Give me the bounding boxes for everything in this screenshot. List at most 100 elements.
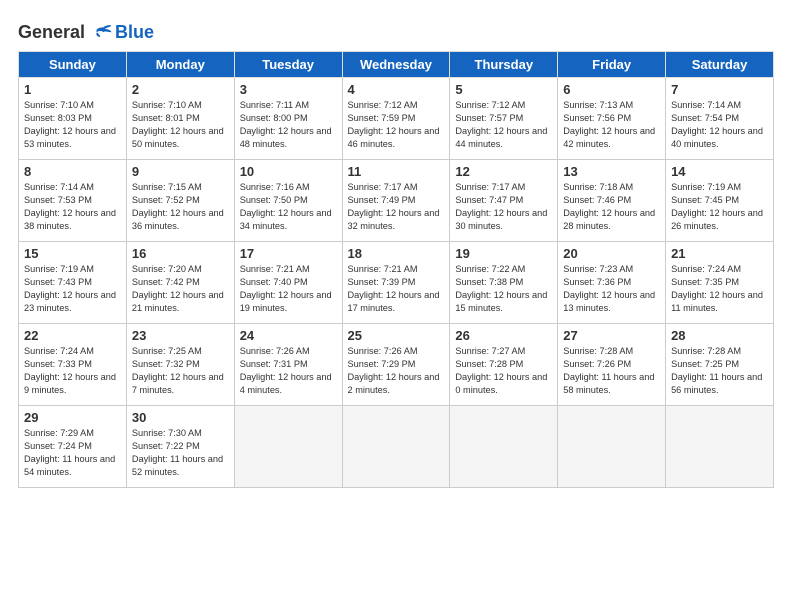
calendar-cell: 10Sunrise: 7:16 AM Sunset: 7:50 PM Dayli… (234, 160, 342, 242)
header-monday: Monday (126, 52, 234, 78)
page: General Blue Sunday Monday Tuesday Wedne… (0, 0, 792, 612)
day-number: 1 (24, 82, 121, 97)
calendar-cell: 15 Sunrise: 7:19 AM Sunset: 7:43 PM Dayli… (19, 242, 127, 324)
day-info: Sunrise: 7:26 AM Sunset: 7:29 PM Dayligh… (348, 345, 445, 397)
day-number: 16 (132, 246, 229, 261)
day-number: 15 (24, 246, 121, 261)
calendar-cell: 13 Sunrise: 7:18 AM Sunset: 7:46 PM Dayli… (558, 160, 666, 242)
calendar-cell: 11Sunrise: 7:17 AM Sunset: 7:49 PM Dayli… (342, 160, 450, 242)
calendar-cell: 8 Sunrise: 7:14 AM Sunset: 7:53 PM Daylig… (19, 160, 127, 242)
day-info: Sunrise: 7:17 AM Sunset: 7:47 PM Dayligh… (455, 181, 552, 233)
calendar-cell: 14 Sunrise: 7:19 AM Sunset: 7:45 PM Dayli… (666, 160, 774, 242)
day-info: Sunrise: 7:22 AM Sunset: 7:38 PM Dayligh… (455, 263, 552, 315)
day-number: 19 (455, 246, 552, 261)
calendar-cell: 7 Sunrise: 7:14 AM Sunset: 7:54 PM Daylig… (666, 78, 774, 160)
day-info: Sunrise: 7:18 AM Sunset: 7:46 PM Dayligh… (563, 181, 660, 233)
day-number: 29 (24, 410, 121, 425)
header-tuesday: Tuesday (234, 52, 342, 78)
day-number: 14 (671, 164, 768, 179)
header: General Blue (18, 18, 774, 43)
header-sunday: Sunday (19, 52, 127, 78)
calendar-table: Sunday Monday Tuesday Wednesday Thursday… (18, 51, 774, 488)
day-number: 3 (240, 82, 337, 97)
calendar-cell: 20 Sunrise: 7:23 AM Sunset: 7:36 PM Dayli… (558, 242, 666, 324)
calendar-cell: 3 Sunrise: 7:11 AM Sunset: 8:00 PM Daylig… (234, 78, 342, 160)
calendar-cell: 4 Sunrise: 7:12 AM Sunset: 7:59 PM Daylig… (342, 78, 450, 160)
day-info: Sunrise: 7:12 AM Sunset: 7:59 PM Dayligh… (348, 99, 445, 151)
day-info: Sunrise: 7:28 AM Sunset: 7:26 PM Dayligh… (563, 345, 660, 397)
day-number: 4 (348, 82, 445, 97)
day-info: Sunrise: 7:15 AM Sunset: 7:52 PM Dayligh… (132, 181, 229, 233)
day-number: 27 (563, 328, 660, 343)
day-number: 18 (348, 246, 445, 261)
day-info: Sunrise: 7:27 AM Sunset: 7:28 PM Dayligh… (455, 345, 552, 397)
day-number: 24 (240, 328, 337, 343)
header-wednesday: Wednesday (342, 52, 450, 78)
calendar-cell: 5 Sunrise: 7:12 AM Sunset: 7:57 PM Daylig… (450, 78, 558, 160)
calendar-cell: 17Sunrise: 7:21 AM Sunset: 7:40 PM Dayli… (234, 242, 342, 324)
day-info: Sunrise: 7:30 AM Sunset: 7:22 PM Dayligh… (132, 427, 229, 479)
day-info: Sunrise: 7:29 AM Sunset: 7:24 PM Dayligh… (24, 427, 121, 479)
day-info: Sunrise: 7:25 AM Sunset: 7:32 PM Dayligh… (132, 345, 229, 397)
header-saturday: Saturday (666, 52, 774, 78)
day-number: 8 (24, 164, 121, 179)
day-info: Sunrise: 7:14 AM Sunset: 7:54 PM Dayligh… (671, 99, 768, 151)
calendar-cell: 16 Sunrise: 7:20 AM Sunset: 7:42 PM Dayli… (126, 242, 234, 324)
calendar-cell: 24 Sunrise: 7:26 AM Sunset: 7:31 PM Dayli… (234, 324, 342, 406)
day-number: 17 (240, 246, 337, 261)
calendar-cell: 29 Sunrise: 7:29 AM Sunset: 7:24 PM Dayli… (19, 406, 127, 488)
calendar-cell: 25 Sunrise: 7:26 AM Sunset: 7:29 PM Dayli… (342, 324, 450, 406)
day-number: 25 (348, 328, 445, 343)
day-info: Sunrise: 7:12 AM Sunset: 7:57 PM Dayligh… (455, 99, 552, 151)
day-number: 21 (671, 246, 768, 261)
day-info: Sunrise: 7:10 AM Sunset: 8:01 PM Dayligh… (132, 99, 229, 151)
calendar-cell: 27 Sunrise: 7:28 AM Sunset: 7:26 PM Dayli… (558, 324, 666, 406)
day-number: 6 (563, 82, 660, 97)
calendar-cell: 30 Sunrise: 7:30 AM Sunset: 7:22 PM Dayli… (126, 406, 234, 488)
day-info: Sunrise: 7:11 AM Sunset: 8:00 PM Dayligh… (240, 99, 337, 151)
calendar-cell: 19 Sunrise: 7:22 AM Sunset: 7:38 PM Dayli… (450, 242, 558, 324)
day-number: 26 (455, 328, 552, 343)
logo: General Blue (18, 22, 154, 43)
calendar-cell (558, 406, 666, 488)
day-number: 20 (563, 246, 660, 261)
calendar-cell: 1 Sunrise: 7:10 AM Sunset: 8:03 PM Daylig… (19, 78, 127, 160)
calendar-week-1: 1 Sunrise: 7:10 AM Sunset: 8:03 PM Daylig… (19, 78, 774, 160)
day-info: Sunrise: 7:26 AM Sunset: 7:31 PM Dayligh… (240, 345, 337, 397)
header-friday: Friday (558, 52, 666, 78)
day-info: Sunrise: 7:13 AM Sunset: 7:56 PM Dayligh… (563, 99, 660, 151)
day-info: Sunrise: 7:21 AM Sunset: 7:39 PM Dayligh… (348, 263, 445, 315)
header-thursday: Thursday (450, 52, 558, 78)
day-info: Sunrise: 7:28 AM Sunset: 7:25 PM Dayligh… (671, 345, 768, 397)
day-info: Sunrise: 7:19 AM Sunset: 7:45 PM Dayligh… (671, 181, 768, 233)
day-number: 12 (455, 164, 552, 179)
day-number: 13 (563, 164, 660, 179)
calendar-cell (342, 406, 450, 488)
calendar-cell (666, 406, 774, 488)
day-number: 10 (240, 164, 337, 179)
calendar-cell: 6 Sunrise: 7:13 AM Sunset: 7:56 PM Daylig… (558, 78, 666, 160)
day-number: 22 (24, 328, 121, 343)
day-number: 5 (455, 82, 552, 97)
calendar-cell: 23 Sunrise: 7:25 AM Sunset: 7:32 PM Dayli… (126, 324, 234, 406)
day-info: Sunrise: 7:20 AM Sunset: 7:42 PM Dayligh… (132, 263, 229, 315)
day-info: Sunrise: 7:14 AM Sunset: 7:53 PM Dayligh… (24, 181, 121, 233)
day-info: Sunrise: 7:23 AM Sunset: 7:36 PM Dayligh… (563, 263, 660, 315)
day-number: 28 (671, 328, 768, 343)
day-number: 7 (671, 82, 768, 97)
calendar-cell: 28 Sunrise: 7:28 AM Sunset: 7:25 PM Dayli… (666, 324, 774, 406)
day-number: 23 (132, 328, 229, 343)
day-info: Sunrise: 7:10 AM Sunset: 8:03 PM Dayligh… (24, 99, 121, 151)
calendar-cell (234, 406, 342, 488)
calendar-week-3: 15 Sunrise: 7:19 AM Sunset: 7:43 PM Dayli… (19, 242, 774, 324)
calendar-cell: 22Sunrise: 7:24 AM Sunset: 7:33 PM Dayli… (19, 324, 127, 406)
calendar-cell: 26 Sunrise: 7:27 AM Sunset: 7:28 PM Dayli… (450, 324, 558, 406)
logo-blue: Blue (115, 22, 154, 43)
day-info: Sunrise: 7:19 AM Sunset: 7:43 PM Dayligh… (24, 263, 121, 315)
calendar-cell: 18 Sunrise: 7:21 AM Sunset: 7:39 PM Dayli… (342, 242, 450, 324)
calendar-week-4: 22Sunrise: 7:24 AM Sunset: 7:33 PM Dayli… (19, 324, 774, 406)
day-number: 9 (132, 164, 229, 179)
day-number: 11 (348, 164, 445, 179)
calendar-week-5: 29 Sunrise: 7:29 AM Sunset: 7:24 PM Dayli… (19, 406, 774, 488)
day-number: 30 (132, 410, 229, 425)
